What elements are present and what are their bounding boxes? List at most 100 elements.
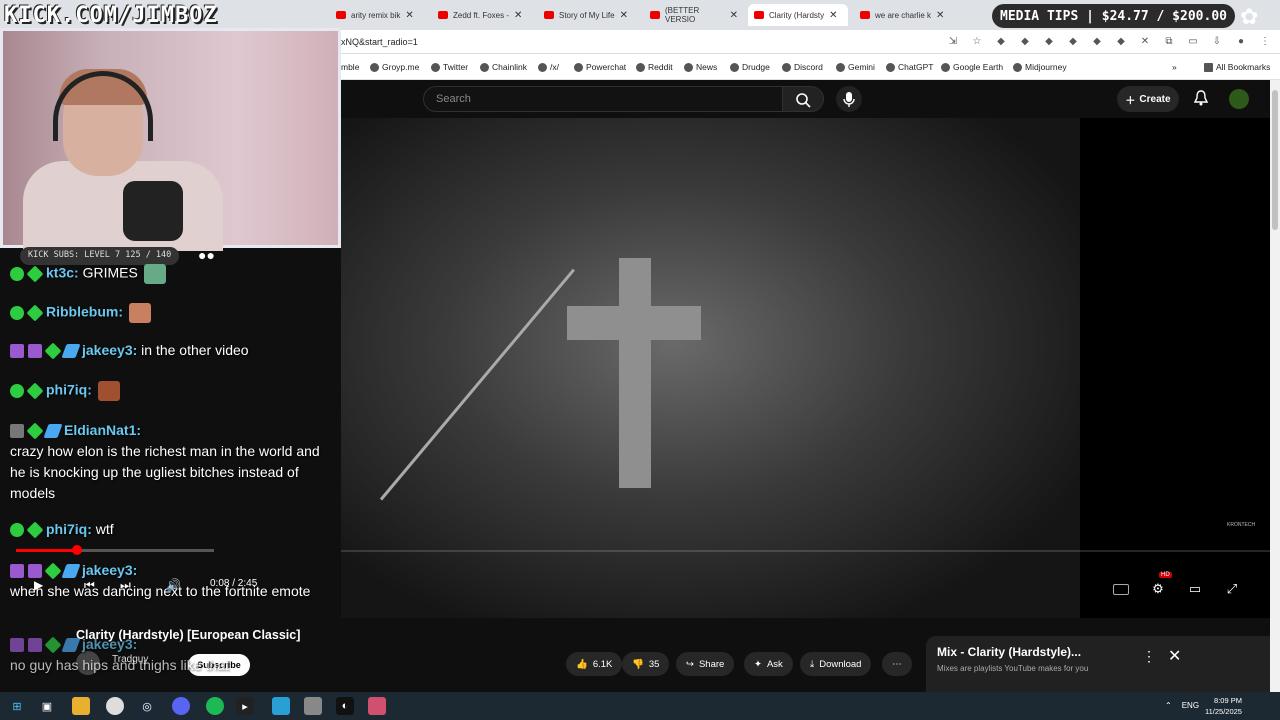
all-bookmarks[interactable]: All Bookmarks: [1204, 62, 1270, 72]
extension-icon[interactable]: ◆: [1042, 34, 1056, 48]
extension-icon[interactable]: ◆: [1066, 34, 1080, 48]
app-icon[interactable]: [304, 697, 322, 715]
browser-tab[interactable]: Story of My Life ✕: [538, 4, 638, 26]
browser-tab[interactable]: we are charlie k ✕: [854, 4, 954, 26]
download-button[interactable]: ⤓ Download: [800, 652, 872, 676]
language-indicator[interactable]: ENG: [1182, 701, 1199, 710]
video-progress-track[interactable]: [341, 550, 1280, 552]
badge-icon: [10, 523, 24, 538]
kebab-menu-icon[interactable]: ⋮: [1142, 648, 1156, 665]
bookmark[interactable]: Midjourney: [1013, 62, 1067, 72]
badge-icon: [10, 638, 24, 653]
chevron-right-icon[interactable]: »: [1172, 62, 1177, 72]
bell-icon[interactable]: [1194, 90, 1208, 106]
settings-button[interactable]: ⚙ HD: [1145, 572, 1172, 602]
install-icon[interactable]: ⇲: [946, 34, 960, 48]
bookmark[interactable]: Google Earth: [941, 62, 1003, 72]
like-button[interactable]: 👍 6.1K: [566, 652, 623, 676]
star-icon[interactable]: ☆: [970, 34, 984, 48]
extension-icon[interactable]: ◆: [1114, 34, 1128, 48]
badge-icon: [61, 344, 81, 359]
browser-tab[interactable]: (BETTER VERSIO ✕: [644, 4, 744, 26]
search-icon: [796, 93, 811, 108]
share-button[interactable]: ↪ Share: [676, 652, 735, 676]
close-icon[interactable]: ✕: [514, 10, 522, 21]
chrome-icon[interactable]: [106, 697, 124, 715]
clock[interactable]: 8:09 PM 11/25/2025: [1205, 695, 1242, 717]
seek-handle[interactable]: [72, 545, 82, 555]
close-icon[interactable]: ✕: [936, 10, 944, 21]
ask-button[interactable]: ✦ Ask: [744, 652, 793, 676]
bookmark[interactable]: Reddit: [636, 62, 673, 72]
x-icon[interactable]: ✕: [1138, 34, 1152, 48]
profile-icon[interactable]: ●: [1234, 34, 1248, 48]
bookmark[interactable]: Discord: [782, 62, 823, 72]
badge-icon: [28, 564, 42, 579]
sparkle-icon: ✦: [754, 658, 762, 670]
bookmark[interactable]: Twitter: [431, 62, 468, 72]
dislike-button[interactable]: 👎 35: [622, 652, 670, 676]
bookmark[interactable]: Groyp.me: [370, 62, 419, 72]
bookmark[interactable]: Drudge: [730, 62, 770, 72]
close-icon[interactable]: ✕: [730, 10, 738, 21]
chevron-up-icon[interactable]: ⌃: [1165, 701, 1172, 710]
close-icon[interactable]: ✕: [405, 10, 413, 21]
browser-tab[interactable]: arity remix bik ✕: [330, 4, 426, 26]
badge-icon: [26, 422, 44, 440]
play-icon[interactable]: ▶: [34, 578, 43, 592]
theater-button[interactable]: ▭: [1182, 576, 1208, 602]
obs-icon[interactable]: ◐: [336, 697, 354, 715]
bookmark[interactable]: News: [684, 62, 717, 72]
file-explorer-icon[interactable]: [72, 697, 90, 715]
download-icon[interactable]: ⇩: [1210, 34, 1224, 48]
sidepanel-icon[interactable]: ▭: [1186, 34, 1200, 48]
scrollbar-thumb[interactable]: [1272, 90, 1278, 230]
terminal-icon[interactable]: ▸: [236, 697, 254, 715]
spotify-icon[interactable]: [206, 697, 224, 715]
browser-tab[interactable]: Zedd ft. Foxes - ✕: [432, 4, 532, 26]
discord-icon[interactable]: [172, 697, 190, 715]
extension-icon[interactable]: ◆: [994, 34, 1008, 48]
bookmark[interactable]: ChatGPT: [886, 62, 933, 72]
steam-icon[interactable]: ◎: [138, 697, 156, 715]
bookmark[interactable]: Powerchat: [574, 62, 626, 72]
close-icon[interactable]: ✕: [1168, 646, 1181, 666]
windows-start-icon[interactable]: ⊞: [8, 697, 26, 715]
more-button[interactable]: ⋯: [882, 652, 912, 676]
page-scrollbar[interactable]: [1270, 80, 1280, 692]
mic-icon: [843, 92, 855, 107]
previous-icon[interactable]: ⏮: [84, 578, 95, 593]
captions-button[interactable]: [1108, 576, 1134, 602]
bookmark[interactable]: Gemini: [836, 62, 875, 72]
bookmark[interactable]: Chainlink: [480, 62, 527, 72]
url-field[interactable]: xNQ&start_radio=1: [341, 37, 418, 47]
search-button[interactable]: [782, 86, 824, 112]
kebab-menu-icon[interactable]: ⋮: [1258, 34, 1272, 48]
system-tray: ⌃ ENG: [1165, 701, 1199, 710]
app-icon[interactable]: [368, 697, 386, 715]
close-icon[interactable]: ✕: [829, 10, 837, 21]
create-button[interactable]: ＋ Create: [1117, 86, 1179, 112]
close-icon[interactable]: ✕: [620, 10, 628, 21]
extension-icon[interactable]: ◆: [1090, 34, 1104, 48]
puzzle-icon[interactable]: ⧉: [1162, 34, 1176, 48]
next-icon[interactable]: ⏭: [120, 578, 131, 593]
fullscreen-button[interactable]: ⤢: [1219, 576, 1245, 602]
voice-search-button[interactable]: [836, 86, 862, 112]
chainlink-icon: [480, 62, 489, 72]
bookmark[interactable]: /x/: [538, 62, 559, 72]
mix-panel[interactable]: Mix - Clarity (Hardstyle)... Mixes are p…: [926, 636, 1280, 692]
task-view-icon[interactable]: ▣: [38, 697, 56, 715]
chat-message: phi7iq: wtf: [10, 521, 114, 539]
search-input[interactable]: Search: [423, 86, 783, 112]
telegram-icon[interactable]: [272, 697, 290, 715]
seek-bar[interactable]: [16, 549, 214, 552]
volume-icon[interactable]: 🔊: [166, 578, 181, 592]
extension-icon[interactable]: ◆: [1018, 34, 1032, 48]
account-avatar[interactable]: [1229, 89, 1249, 109]
video-watermark: KRONTECH: [1227, 522, 1256, 528]
browser-tab-active[interactable]: Clarity (Hardsty ✕: [748, 4, 848, 26]
video-player[interactable]: KRONTECH ⚙ HD ▭ ⤢: [341, 118, 1280, 618]
chatgpt-icon: [886, 62, 895, 72]
bookmark[interactable]: mble: [341, 62, 359, 72]
